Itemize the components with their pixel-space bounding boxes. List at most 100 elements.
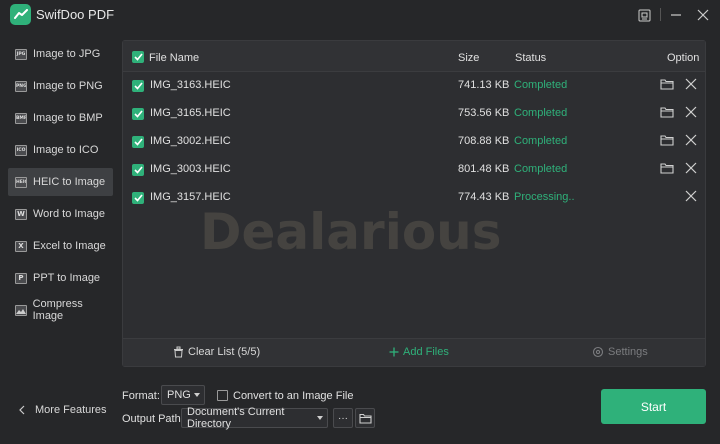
column-status: Status (515, 52, 547, 64)
file-list-panel: File Name Size Status Option IMG_3163.HE… (122, 40, 706, 367)
sidebar-item-label: PPT to Image (33, 272, 101, 284)
remove-file-icon[interactable] (685, 134, 699, 148)
file-name: IMG_3003.HEIC (150, 163, 231, 175)
column-size[interactable]: Size (458, 52, 479, 64)
table-header: File Name Size Status Option (123, 41, 705, 72)
file-status: Completed (514, 107, 568, 119)
chevron-left-icon (19, 405, 25, 415)
start-button[interactable]: Start (601, 389, 706, 424)
heic-file-icon: HEIC (15, 176, 27, 188)
chevron-down-icon (317, 416, 323, 420)
file-status: Completed (514, 79, 568, 91)
trash-icon (174, 346, 183, 358)
bmp-file-icon: BMP (15, 112, 27, 124)
feedback-icon[interactable] (635, 6, 653, 24)
file-size: 774.43 KB (458, 191, 510, 203)
minimize-icon[interactable] (667, 6, 685, 24)
ppt-file-icon: P (15, 272, 27, 284)
column-option: Option (667, 52, 700, 64)
convert-image-checkbox[interactable] (217, 390, 228, 401)
file-size: 753.56 KB (458, 107, 510, 119)
sidebar-item-label: Compress Image (32, 298, 83, 322)
sidebar-item-image-to-jpg[interactable]: JPG Image to JPG (8, 40, 113, 68)
row-checkbox[interactable] (132, 192, 144, 204)
sidebar-item-ppt-to-image[interactable]: P PPT to Image (8, 264, 113, 292)
sidebar-item-image-to-png[interactable]: PNG Image to PNG (8, 72, 113, 100)
select-all-checkbox[interactable] (132, 51, 144, 63)
file-size: 708.88 KB (458, 135, 510, 147)
file-name: IMG_3163.HEIC (150, 79, 231, 91)
sidebar-item-label: Word to Image (33, 208, 105, 220)
sidebar-item-excel-to-image[interactable]: X Excel to Image (8, 232, 113, 260)
sidebar-item-image-to-bmp[interactable]: BMP Image to BMP (8, 104, 113, 132)
panel-footer: Clear List (5/5) Add Files Settings (123, 338, 705, 366)
sidebar-item-label: Image to PNG (33, 80, 103, 92)
row-checkbox[interactable] (132, 136, 144, 148)
file-name: IMG_3002.HEIC (150, 135, 231, 147)
sidebar-item-label: HEIC to Image (33, 176, 106, 188)
row-checkbox[interactable] (132, 164, 144, 176)
more-features-button[interactable]: More Features (18, 404, 107, 416)
sidebar-item-heic-to-image[interactable]: HEIC HEIC to Image (8, 168, 113, 196)
table-row[interactable]: IMG_3157.HEIC 774.43 KB Processing.. (123, 184, 705, 212)
file-name: IMG_3165.HEIC (150, 107, 231, 119)
format-select[interactable]: PNG (161, 385, 205, 405)
table-row[interactable]: IMG_3165.HEIC 753.56 KB Completed (123, 100, 705, 128)
browse-path-button[interactable]: ··· (333, 408, 353, 428)
more-label: ··· (338, 412, 348, 424)
sidebar-item-label: Image to ICO (33, 144, 99, 156)
row-checkbox[interactable] (132, 80, 144, 92)
file-status: Processing.. (514, 191, 575, 203)
column-file-name[interactable]: File Name (149, 52, 199, 64)
plus-icon (389, 347, 399, 357)
open-folder-icon[interactable] (660, 134, 674, 148)
sidebar-item-word-to-image[interactable]: W Word to Image (8, 200, 113, 228)
open-folder-icon[interactable] (660, 78, 674, 92)
file-name: IMG_3157.HEIC (150, 191, 231, 203)
remove-file-icon[interactable] (685, 162, 699, 176)
jpg-file-icon: JPG (15, 48, 27, 60)
png-file-icon: PNG (15, 80, 27, 92)
table-row[interactable]: IMG_3163.HEIC 741.13 KB Completed (123, 72, 705, 100)
open-output-folder-button[interactable] (355, 408, 375, 428)
convert-image-label[interactable]: Convert to an Image File (233, 390, 353, 402)
sidebar-item-label: Excel to Image (33, 240, 106, 252)
compress-image-icon (15, 304, 27, 316)
clear-list-button[interactable]: Clear List (5/5) (173, 346, 260, 358)
title-bar: SwifDoo PDF (0, 0, 720, 30)
ico-file-icon: ICO (15, 144, 27, 156)
excel-file-icon: X (15, 240, 27, 252)
sidebar-item-compress-image[interactable]: Compress Image (8, 296, 113, 324)
title-separator (660, 8, 661, 21)
open-folder-icon[interactable] (660, 106, 674, 120)
remove-file-icon[interactable] (685, 78, 699, 92)
gear-icon (592, 346, 604, 358)
table-row[interactable]: IMG_3002.HEIC 708.88 KB Completed (123, 128, 705, 156)
clear-list-label: Clear List (5/5) (188, 346, 261, 358)
open-folder-icon[interactable] (660, 162, 674, 176)
output-path-value: Document's Current Directory (187, 406, 285, 430)
sidebar-item-image-to-ico[interactable]: ICO Image to ICO (8, 136, 113, 164)
output-path-select[interactable]: Document's Current Directory (181, 406, 328, 430)
chevron-down-icon (194, 393, 200, 397)
format-label: Format: (122, 390, 160, 402)
format-value: PNG (167, 389, 191, 401)
settings-label: Settings (608, 346, 648, 358)
app-logo (10, 4, 31, 25)
file-size: 801.48 KB (458, 163, 510, 175)
remove-file-icon[interactable] (685, 106, 699, 120)
close-window-icon[interactable] (694, 6, 712, 24)
remove-file-icon[interactable] (685, 190, 699, 204)
file-status: Completed (514, 135, 568, 147)
sidebar-item-label: Image to JPG (33, 48, 101, 60)
more-features-label: More Features (35, 404, 107, 416)
folder-icon (358, 413, 372, 424)
settings-button[interactable]: Settings (592, 346, 648, 358)
add-files-button[interactable]: Add Files (389, 346, 449, 358)
file-size: 741.13 KB (458, 79, 510, 91)
file-status: Completed (514, 163, 568, 175)
table-row[interactable]: IMG_3003.HEIC 801.48 KB Completed (123, 156, 705, 184)
row-checkbox[interactable] (132, 108, 144, 120)
add-files-label: Add Files (403, 346, 449, 358)
sidebar-item-label: Image to BMP (33, 112, 103, 124)
